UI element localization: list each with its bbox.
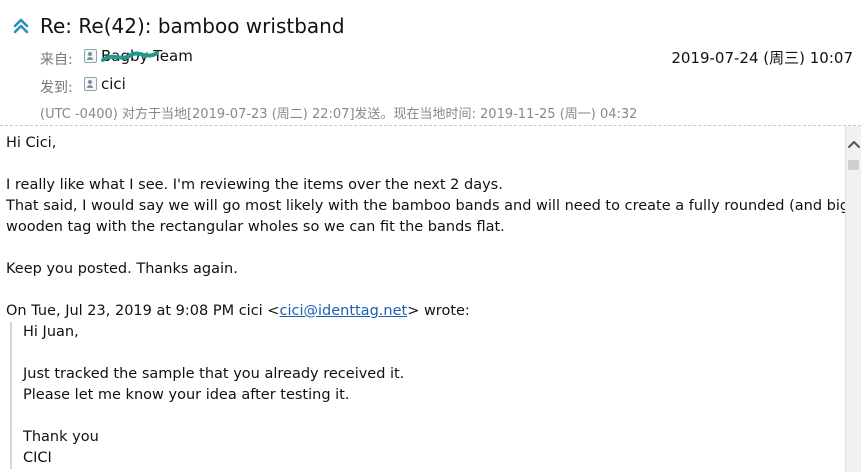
contact-card-icon	[84, 49, 97, 63]
timezone-note: (UTC -0400) 对方于当地[2019-07-23 (周二) 22:07]…	[40, 107, 638, 122]
quote-signature: CICI	[23, 450, 52, 466]
from-label: 来自:	[40, 52, 73, 68]
quote-intro-suffix: > wrote:	[407, 303, 470, 319]
collapse-header-icon[interactable]	[12, 17, 30, 35]
message-line: Keep you posted. Thanks again.	[6, 261, 238, 277]
to-label: 发到:	[40, 80, 73, 96]
quote-intro: On Tue, Jul 23, 2019 at 9:08 PM cici <ci…	[6, 301, 832, 322]
email-header: Re: Re(42): bamboo wristband 来自: Bagby T…	[0, 0, 861, 126]
recipient-name[interactable]: cici	[101, 75, 126, 93]
vertical-scrollbar[interactable]	[845, 126, 861, 472]
chevron-up-icon[interactable]	[846, 136, 861, 152]
from-field[interactable]: Bagby Team	[84, 47, 193, 65]
quote-line: Please let me know your idea after testi…	[23, 387, 350, 403]
quoted-message: Hi Juan, Just tracked the sample that yo…	[10, 322, 832, 469]
email-date: 2019-07-24 (周三) 10:07	[671, 49, 853, 67]
quote-line: Just tracked the sample that you already…	[23, 366, 405, 382]
scroll-thumb[interactable]	[848, 160, 859, 170]
quote-intro-prefix: On Tue, Jul 23, 2019 at 9:08 PM cici <	[6, 303, 280, 319]
email-subject: Re: Re(42): bamboo wristband	[40, 14, 345, 38]
message-line: wooden tag with the rectangular wholes s…	[6, 219, 505, 235]
to-field[interactable]: cici	[84, 75, 126, 93]
message-body: Hi Cici, I really like what I see. I'm r…	[6, 133, 861, 469]
redaction-scribble	[101, 51, 159, 62]
quote-greeting: Hi Juan,	[23, 324, 79, 340]
message-greeting: Hi Cici,	[6, 135, 57, 151]
message-line: That said, I would say we will go most l…	[6, 198, 861, 214]
email-link[interactable]: cici@identtag.net	[279, 303, 407, 319]
header-divider	[0, 125, 861, 126]
contact-card-icon	[84, 77, 97, 91]
message-line: I really like what I see. I'm reviewing …	[6, 177, 503, 193]
quote-closing: Thank you	[23, 429, 99, 445]
